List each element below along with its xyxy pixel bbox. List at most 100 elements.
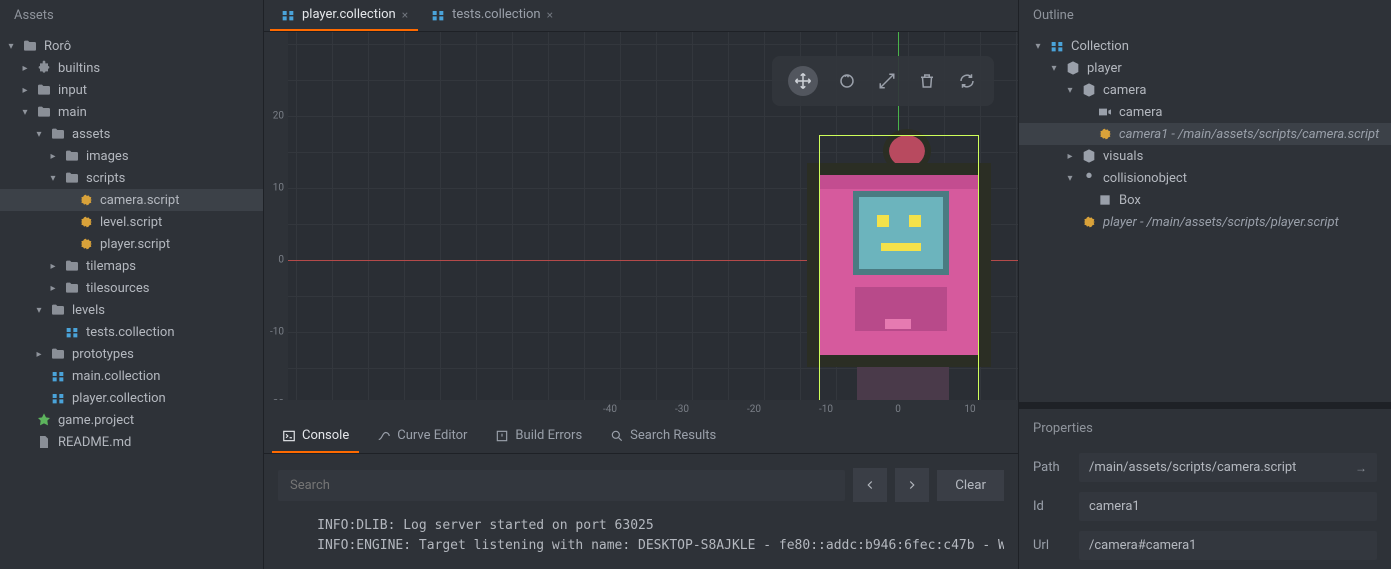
chevron-icon[interactable]: ▾	[1065, 173, 1075, 184]
console-body: Clear INFO:DLIB: Log server started on p…	[264, 454, 1018, 569]
property-url-value[interactable]: /camera#camera1	[1079, 531, 1377, 560]
chevron-icon[interactable]: ▸	[48, 261, 58, 272]
cube-icon	[1065, 60, 1081, 76]
console-tab[interactable]: Curve Editor	[367, 420, 477, 453]
tree-row[interactable]: ▾collisionobject	[1019, 167, 1391, 189]
chevron-icon[interactable]: ▾	[34, 129, 44, 140]
tree-row[interactable]: ▾Rorô	[0, 35, 263, 57]
console-next-button[interactable]	[895, 468, 929, 502]
tree-row[interactable]: camera.script	[0, 189, 263, 211]
folder-icon	[22, 38, 38, 54]
tree-row[interactable]: camera	[1019, 101, 1391, 123]
ruler-tick: -10	[270, 327, 284, 338]
tree-row[interactable]: level.script	[0, 211, 263, 233]
tree-row[interactable]: ▾levels	[0, 299, 263, 321]
tree-row[interactable]: player.collection	[0, 387, 263, 409]
chevron-icon[interactable]: ▸	[48, 151, 58, 162]
tree-row[interactable]: ▾Collection	[1019, 35, 1391, 57]
rotate-tool[interactable]	[836, 70, 858, 92]
delete-tool[interactable]	[916, 70, 938, 92]
tree-label: player.collection	[72, 391, 166, 406]
tree-row[interactable]: player.script	[0, 233, 263, 255]
chevron-icon[interactable]: ▸	[20, 85, 30, 96]
chevron-icon[interactable]: ▾	[6, 41, 16, 52]
camera-icon	[1097, 104, 1113, 120]
chevron-icon[interactable]: ▸	[20, 63, 30, 74]
tree-row[interactable]: ▾player	[1019, 57, 1391, 79]
ruler-horizontal: -40-30-20-10010203040	[264, 400, 1018, 420]
chevron-icon[interactable]: ▾	[34, 305, 44, 316]
tree-row[interactable]: ▸prototypes	[0, 343, 263, 365]
tree-label: main	[58, 105, 87, 120]
chevron-icon[interactable]: ▸	[34, 349, 44, 360]
console-tab[interactable]: Search Results	[600, 420, 726, 453]
console-prev-button[interactable]	[853, 468, 887, 502]
tree-row[interactable]: ▾assets	[0, 123, 263, 145]
tree-label: camera	[1119, 105, 1162, 120]
tab-label: Console	[302, 428, 349, 443]
editor-tab[interactable]: tests.collection×	[420, 1, 563, 31]
ruler-tick: -40	[603, 404, 617, 415]
close-icon[interactable]: ×	[547, 8, 553, 22]
selection-box	[819, 135, 979, 405]
console-search-input[interactable]	[278, 470, 845, 501]
ruler-tick: -30	[675, 404, 689, 415]
collection-icon	[280, 7, 296, 23]
refresh-tool[interactable]	[956, 70, 978, 92]
property-id-value[interactable]: camera1	[1079, 492, 1377, 521]
tree-row[interactable]: ▾ camera	[1019, 79, 1391, 101]
tree-row[interactable]: tests.collection	[0, 321, 263, 343]
chevron-icon[interactable]: ▾	[48, 173, 58, 184]
tree-row[interactable]: ▸input	[0, 79, 263, 101]
tree-label: camera	[1103, 83, 1146, 98]
tree-label: builtins	[58, 61, 100, 76]
tree-label: README.md	[58, 435, 131, 450]
chevron-icon[interactable]: ▸	[1065, 151, 1075, 162]
tree-row[interactable]: main.collection	[0, 365, 263, 387]
chevron-icon[interactable]: ▾	[1033, 41, 1043, 52]
properties-panel: Path /main/assets/scripts/camera.script→…	[1019, 444, 1391, 569]
chevron-icon[interactable]: ▾	[1049, 63, 1059, 74]
gear-icon	[78, 192, 94, 208]
tree-row[interactable]: ▾ main	[0, 101, 263, 123]
tree-label: player.script	[100, 237, 170, 252]
tab-label: Search Results	[630, 428, 716, 443]
tree-row[interactable]: ▸tilemaps	[0, 255, 263, 277]
tree-row[interactable]: ▸images	[0, 145, 263, 167]
tree-row[interactable]: player - /main/assets/scripts/player.scr…	[1019, 211, 1391, 233]
move-tool[interactable]	[788, 66, 818, 96]
assets-panel: Assets ▾Rorô▸builtins▸input▾main▾assets▸…	[0, 0, 264, 569]
chevron-icon[interactable]: ▸	[48, 283, 58, 294]
tree-row[interactable]: game.project	[0, 409, 263, 431]
tree-row[interactable]: ▸ tilesources	[0, 277, 263, 299]
folder-icon	[36, 82, 52, 98]
chevron-icon[interactable]: ▾	[1065, 85, 1075, 96]
tree-row[interactable]: ▸ builtins	[0, 57, 263, 79]
tree-label: tests.collection	[86, 325, 175, 340]
assets-tree: ▾Rorô▸builtins▸input▾main▾assets▸images▾…	[0, 31, 263, 457]
scene-viewport[interactable]: 20100-10-20 -40-30-20-10010203040	[264, 32, 1018, 420]
tree-row[interactable]: README.md	[0, 431, 263, 453]
tree-label: tilesources	[86, 281, 149, 296]
tree-row[interactable]: Box	[1019, 189, 1391, 211]
property-path-value[interactable]: /main/assets/scripts/camera.script→	[1079, 453, 1377, 482]
ruler-tick: 10	[964, 404, 975, 415]
assets-title: Assets	[0, 0, 263, 31]
tree-row[interactable]: ▾scripts	[0, 167, 263, 189]
tree-row[interactable]: camera1 - /main/assets/scripts/camera.sc…	[1019, 123, 1391, 145]
console-clear-button[interactable]: Clear	[937, 470, 1004, 501]
scale-tool[interactable]	[876, 70, 898, 92]
tree-row[interactable]: ▸visuals	[1019, 145, 1391, 167]
chevron-icon[interactable]: ▾	[20, 107, 30, 118]
console-tab[interactable]: Build Errors	[485, 420, 592, 453]
tree-label: player - /main/assets/scripts/player.scr…	[1103, 215, 1339, 230]
folder-icon	[64, 258, 80, 274]
tree-label: game.project	[58, 413, 134, 428]
console-tab[interactable]: Console	[272, 420, 359, 453]
ruler-tick: 20	[273, 111, 284, 122]
close-icon[interactable]: ×	[402, 8, 408, 22]
viewport-toolbar	[772, 56, 994, 106]
folder-icon	[64, 170, 80, 186]
error-icon	[495, 429, 509, 443]
editor-tab[interactable]: player.collection×	[270, 1, 418, 31]
